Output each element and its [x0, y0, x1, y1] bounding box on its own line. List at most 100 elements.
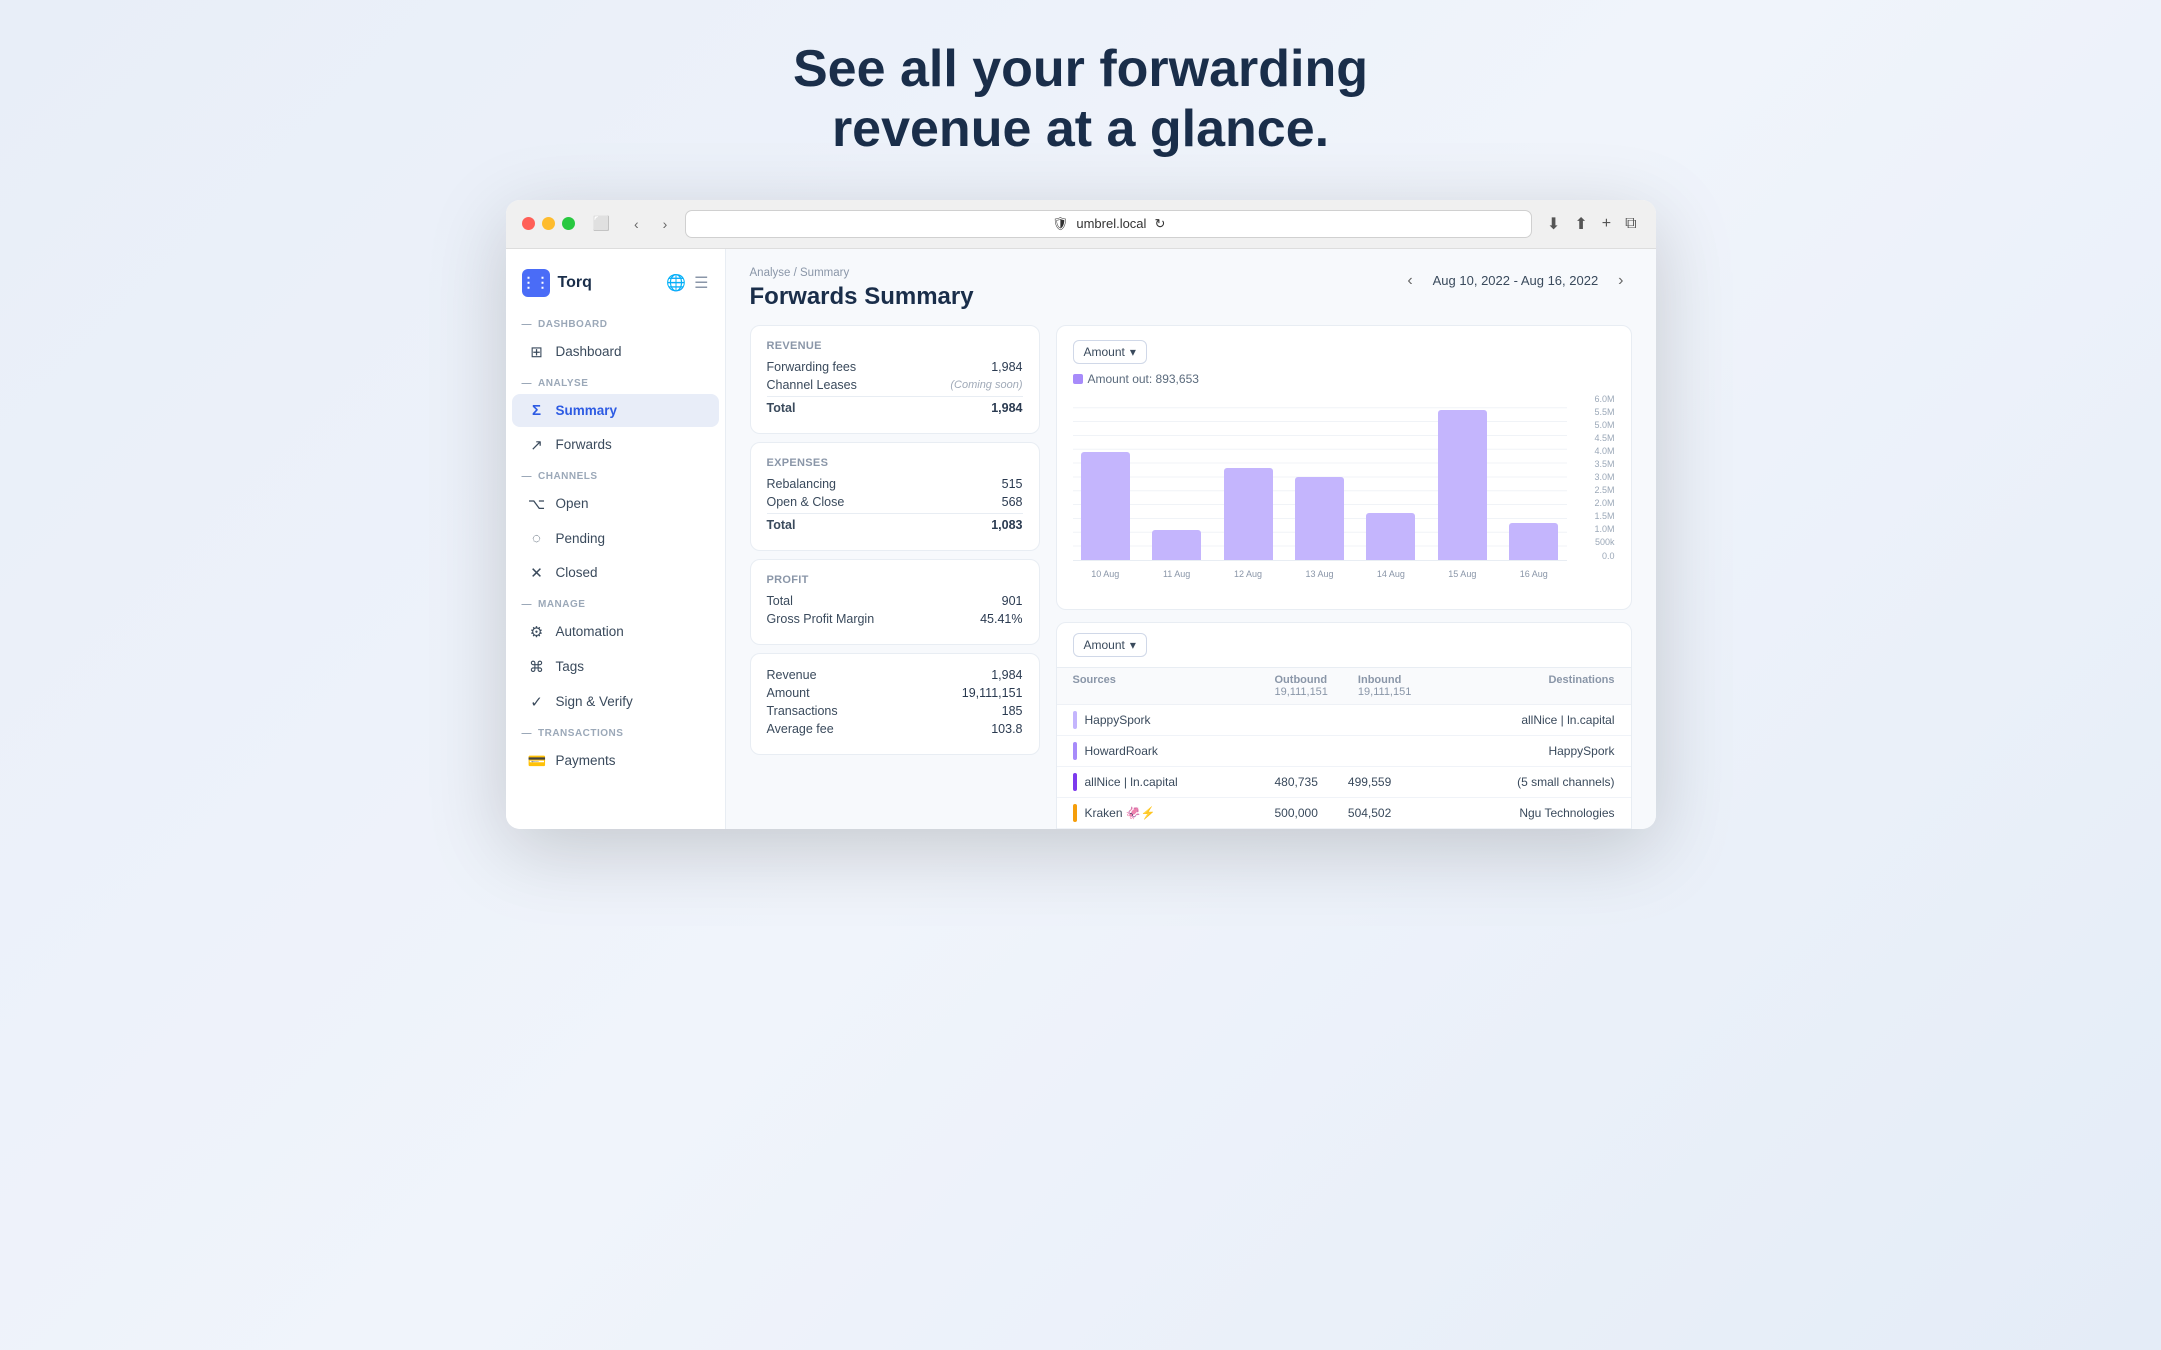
source-indicator	[1073, 773, 1077, 791]
expenses-total-value: 1,083	[991, 518, 1022, 532]
gross-margin-label: Gross Profit Margin	[767, 612, 875, 626]
chart-legend: Amount out: 893,653	[1073, 372, 1615, 386]
minimize-button[interactable]	[542, 217, 555, 230]
forwards-icon: ↗	[528, 436, 546, 454]
sidebar-item-pending[interactable]: ◌ Pending	[512, 522, 719, 555]
stats-revenue-label: Revenue	[767, 668, 817, 682]
bar-group-10-aug	[1073, 394, 1138, 560]
x-label-12-aug: 12 Aug	[1215, 561, 1280, 579]
x-label-16-aug: 16 Aug	[1501, 561, 1566, 579]
dest-name: Ngu Technologies	[1455, 806, 1615, 820]
sidebar-item-tags[interactable]: ⌘ Tags	[512, 650, 719, 684]
table-row: HowardRoark HappySpork	[1057, 736, 1631, 767]
sidebar-item-sign-verify-label: Sign & Verify	[556, 694, 633, 709]
sidebar-item-payments-label: Payments	[556, 753, 616, 768]
globe-icon[interactable]: 🌐	[666, 273, 686, 293]
reload-icon[interactable]: ↻	[1154, 216, 1165, 232]
source-indicator	[1073, 742, 1077, 760]
stats-revenue-value: 1,984	[991, 668, 1022, 682]
source-indicator	[1073, 711, 1077, 729]
bar-15-aug[interactable]	[1438, 410, 1487, 559]
bar-group-13-aug	[1287, 394, 1352, 560]
sidebar-item-summary[interactable]: Σ Summary	[512, 394, 719, 427]
stats-card: Revenue 1,984 Amount 19,111,151 Transact…	[750, 653, 1040, 755]
date-prev-button[interactable]: ‹	[1399, 268, 1420, 294]
stats-transactions-label: Transactions	[767, 704, 838, 718]
bar-13-aug[interactable]	[1295, 477, 1344, 560]
forward-button[interactable]: ›	[657, 214, 674, 234]
tags-icon: ⌘	[528, 658, 546, 676]
maximize-button[interactable]	[562, 217, 575, 230]
table-amount-dropdown[interactable]: Amount ▾	[1073, 633, 1147, 657]
date-next-button[interactable]: ›	[1610, 268, 1631, 294]
table-row: Kraken 🦑⚡ 500,000 504,502 Ngu Technologi…	[1057, 798, 1631, 829]
menu-icon[interactable]: ☰	[694, 273, 708, 293]
close-button[interactable]	[522, 217, 535, 230]
bar-14-aug[interactable]	[1366, 513, 1415, 559]
app-layout: ⋮⋮ Torq 🌐 ☰ Dashboard ⊞ Dashboard Analys…	[506, 249, 1656, 829]
sidebar-section-manage: Manage ⚙ Automation ⌘ Tags ✓ Sign & Veri…	[506, 591, 725, 719]
bar-group-14-aug	[1358, 394, 1423, 560]
sidebar-item-automation[interactable]: ⚙ Automation	[512, 615, 719, 649]
stats-amount-label: Amount	[767, 686, 810, 700]
source-name: HappySpork	[1085, 713, 1275, 727]
table-header-row: Amount ▾	[1057, 623, 1631, 668]
payments-icon: 💳	[528, 752, 546, 770]
new-tab-button[interactable]: +	[1599, 212, 1614, 236]
amount-dropdown[interactable]: Amount ▾	[1073, 340, 1147, 364]
dest-name: HappySpork	[1455, 744, 1615, 758]
shield-icon: 🛡	[1052, 216, 1069, 232]
dest-name: (5 small channels)	[1455, 775, 1615, 789]
rebalancing-value: 515	[1002, 477, 1023, 491]
sidebar-label-dashboard: Dashboard	[506, 311, 725, 334]
y-label-4m: 4.0M	[1594, 446, 1614, 456]
expenses-section-title: Expenses	[767, 457, 1023, 469]
share-button[interactable]: ⬆	[1571, 211, 1590, 237]
amount-dropdown-label: Amount	[1084, 345, 1125, 359]
rebalancing-label: Rebalancing	[767, 477, 837, 491]
bar-10-aug[interactable]	[1081, 452, 1130, 560]
closed-icon: ✕	[528, 564, 546, 582]
source-name: HowardRoark	[1085, 744, 1275, 758]
sidebar-section-dashboard: Dashboard ⊞ Dashboard	[506, 311, 725, 369]
bar-group-12-aug	[1215, 394, 1280, 560]
open-close-label: Open & Close	[767, 495, 845, 509]
tab-overview-button[interactable]: ⧉	[1622, 212, 1639, 236]
profit-section-title: Profit	[767, 574, 1023, 586]
sidebar-item-payments[interactable]: 💳 Payments	[512, 744, 719, 778]
sidebar-item-open-label: Open	[556, 496, 589, 511]
url-text: umbrel.local	[1076, 216, 1146, 231]
y-label-55m: 5.5M	[1594, 407, 1614, 417]
bar-12-aug[interactable]	[1224, 468, 1273, 559]
back-button[interactable]: ‹	[628, 214, 645, 234]
sidebar-label-analyse: Analyse	[506, 370, 725, 393]
bar-chart: 6.0M 5.5M 5.0M 4.5M 4.0M 3.5M 3.0M 2.5M …	[1073, 394, 1615, 579]
summary-icon: Σ	[528, 402, 546, 419]
sidebar-section-channels: Channels ⌥ Open ◌ Pending ✕ Closed	[506, 463, 725, 590]
bar-11-aug[interactable]	[1152, 530, 1201, 560]
stats-avg-fee-label: Average fee	[767, 722, 834, 736]
revenue-total-label: Total	[767, 401, 796, 415]
forwarding-fees-label: Forwarding fees	[767, 360, 857, 374]
row-values: 500,000 504,502	[1275, 806, 1455, 820]
address-bar[interactable]: 🛡 umbrel.local ↻	[685, 210, 1532, 238]
right-panel: Amount ▾ Amount out: 893,653	[1056, 325, 1632, 829]
sidebar-item-dashboard[interactable]: ⊞ Dashboard	[512, 335, 719, 369]
sidebar-item-forwards-label: Forwards	[556, 437, 612, 452]
revenue-total-row: Total 1,984	[767, 396, 1023, 415]
sidebar-item-forwards[interactable]: ↗ Forwards	[512, 428, 719, 462]
sidebar-label-manage: Manage	[506, 591, 725, 614]
sidebar-item-open[interactable]: ⌥ Open	[512, 487, 719, 521]
sources-col-header: Sources	[1073, 674, 1275, 698]
bar-16-aug[interactable]	[1509, 523, 1558, 560]
sidebar-item-closed[interactable]: ✕ Closed	[512, 556, 719, 590]
sidebar-item-sign-verify[interactable]: ✓ Sign & Verify	[512, 685, 719, 719]
table-row: HappySpork allNice | ln.capital	[1057, 705, 1631, 736]
sidebar-label-channels: Channels	[506, 463, 725, 486]
y-label-25m: 2.5M	[1594, 485, 1614, 495]
forwarding-fees-row: Forwarding fees 1,984	[767, 360, 1023, 374]
sidebar-toggle-button[interactable]: ⬜	[587, 213, 616, 234]
download-button[interactable]: ⬇	[1544, 211, 1563, 237]
date-range: Aug 10, 2022 - Aug 16, 2022	[1433, 273, 1599, 288]
x-label-15-aug: 15 Aug	[1430, 561, 1495, 579]
